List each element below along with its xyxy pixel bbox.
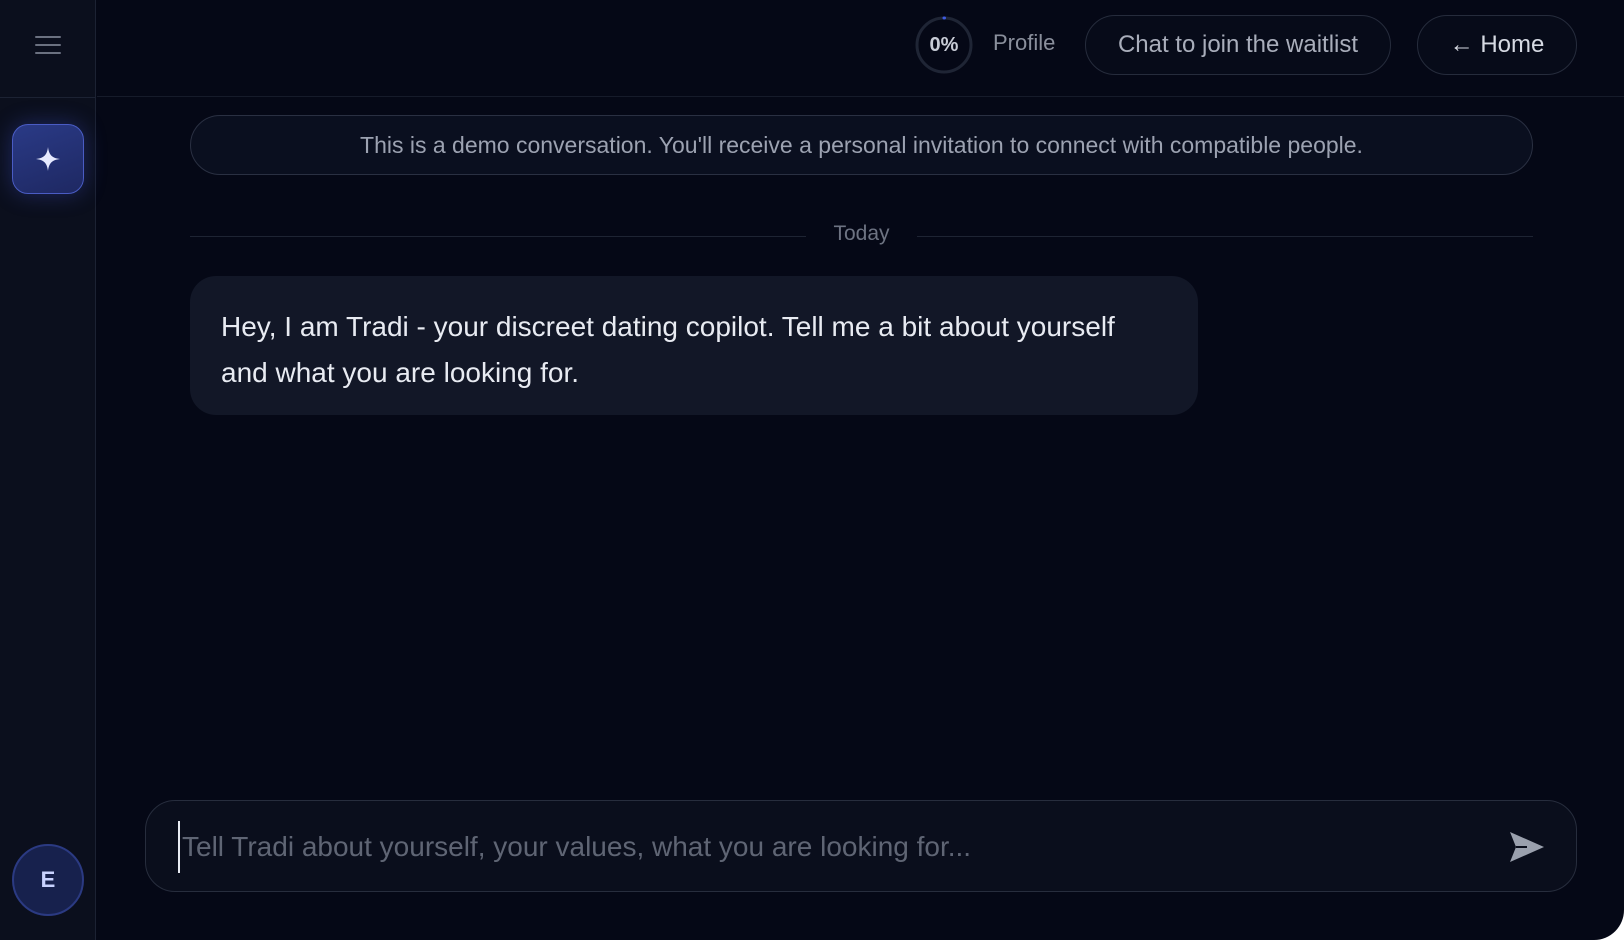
day-separator: Today bbox=[190, 220, 1533, 252]
assistant-message: Hey, I am Tradi - your discreet dating c… bbox=[190, 276, 1198, 415]
home-button[interactable]: ← Home bbox=[1417, 15, 1577, 75]
sidebar: E bbox=[0, 0, 96, 940]
message-composer bbox=[145, 800, 1577, 892]
top-bar: 0% Profile Chat to join the waitlist ← H… bbox=[97, 0, 1624, 97]
send-arrow-icon bbox=[1510, 832, 1544, 862]
hamburger-menu-icon[interactable] bbox=[34, 33, 62, 57]
separator-line bbox=[917, 236, 1533, 237]
new-chat-button[interactable] bbox=[12, 124, 84, 194]
sidebar-divider bbox=[0, 97, 96, 98]
sparkle-icon bbox=[36, 147, 60, 171]
demo-notice-banner: This is a demo conversation. You'll rece… bbox=[190, 115, 1533, 175]
user-avatar[interactable]: E bbox=[12, 844, 84, 916]
send-button[interactable] bbox=[1505, 825, 1549, 869]
profile-label[interactable]: Profile bbox=[993, 30, 1055, 56]
day-label: Today bbox=[833, 222, 890, 245]
join-waitlist-button[interactable]: Chat to join the waitlist bbox=[1085, 15, 1391, 75]
message-input[interactable] bbox=[178, 821, 1468, 873]
separator-line bbox=[190, 236, 806, 237]
app-window: E 0% Profile Chat to join the waitlist ←… bbox=[0, 0, 1624, 940]
profile-progress-value: 0% bbox=[929, 33, 959, 56]
